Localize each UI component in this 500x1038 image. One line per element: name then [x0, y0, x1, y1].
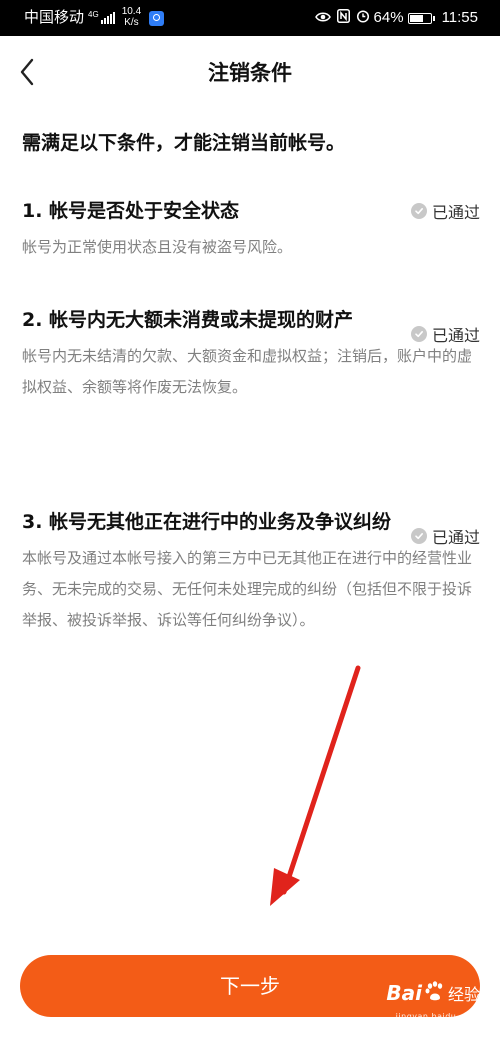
watermark-suffix: 经验 — [447, 985, 480, 1004]
nfc-icon — [336, 8, 350, 28]
condition-status-label: 已通过 — [431, 326, 480, 345]
network-speed: 10.4 K/s — [122, 6, 141, 28]
status-bar-left: 中国移动 4G 10.4 K/s — [24, 6, 165, 28]
condition-status: 已通过 — [410, 524, 480, 548]
check-circle-icon — [410, 326, 427, 342]
condition-header: 2. 帐号内无大额未消费或未提现的财产 已通过 — [22, 305, 480, 345]
condition-status-label: 已通过 — [431, 528, 480, 547]
network-speed-value: 10.4 — [121, 6, 142, 17]
baidu-watermark: Bai 经验 — [386, 980, 480, 1006]
battery-icon — [407, 12, 435, 24]
baidu-paw-icon — [424, 980, 446, 1006]
condition-description: 帐号内无未结清的欠款、大额资金和虚拟权益；注销后，账户中的虚拟权益、余额等将作废… — [22, 347, 473, 396]
condition-status-label: 已通过 — [431, 203, 480, 222]
condition-title: 2. 帐号内无大额未消费或未提现的财产 — [22, 309, 354, 331]
app-header: 注销条件 — [0, 36, 500, 110]
status-bar: 中国移动 4G 10.4 K/s 64% 11:55 — [0, 0, 500, 36]
eye-icon — [314, 8, 331, 28]
intro-text: 需满足以下条件，才能注销当前帐号。 — [22, 132, 346, 154]
app-notification-icon — [149, 10, 165, 26]
condition-status: 已通过 — [410, 322, 480, 346]
condition-description: 本帐号及通过本帐号接入的第三方中已无其他正在进行中的经营性业务、无未完成的交易、… — [22, 549, 473, 629]
condition-status: 已通过 — [410, 199, 480, 223]
condition-description: 帐号为正常使用状态且没有被盗号风险。 — [22, 238, 293, 256]
carrier-name: 中国移动 — [24, 9, 85, 26]
network-type: 4G — [88, 10, 99, 19]
network-speed-unit: K/s — [124, 17, 139, 28]
signal-icon — [100, 12, 116, 24]
clock-time: 11:55 — [441, 9, 478, 26]
battery-percent: 64% — [373, 9, 404, 26]
watermark-brand: Bai — [386, 981, 422, 1005]
condition-header: 1. 帐号是否处于安全状态 已通过 — [22, 196, 480, 226]
condition-item: 3. 帐号无其他正在进行中的业务及争议纠纷 已通过 本帐号及通过本帐号接入的第三… — [22, 507, 480, 636]
status-bar-right: 64% 11:55 — [309, 8, 478, 28]
condition-title: 3. 帐号无其他正在进行中的业务及争议纠纷 — [22, 511, 392, 533]
condition-header: 3. 帐号无其他正在进行中的业务及争议纠纷 已通过 — [22, 507, 480, 547]
check-circle-icon — [410, 528, 427, 544]
watermark-url: jingyan.baidu.com — [395, 1012, 478, 1021]
condition-item: 2. 帐号内无大额未消费或未提现的财产 已通过 帐号内无未结清的欠款、大额资金和… — [22, 305, 480, 403]
condition-title: 1. 帐号是否处于安全状态 — [22, 200, 240, 222]
alarm-icon — [356, 8, 370, 28]
check-circle-icon — [410, 203, 427, 219]
page-title: 注销条件 — [208, 61, 292, 85]
annotation-arrow-icon — [270, 665, 361, 906]
condition-item: 1. 帐号是否处于安全状态 已通过 帐号为正常使用状态且没有被盗号风险。 — [22, 196, 480, 263]
